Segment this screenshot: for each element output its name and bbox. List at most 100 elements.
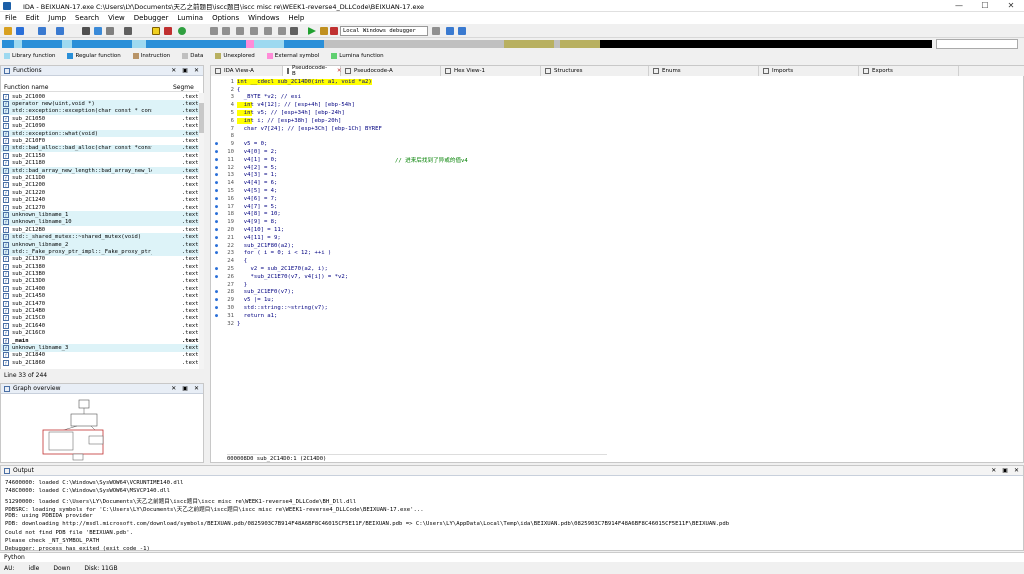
function-row[interactable]: f operator new(uint,void *) .text <box>1 100 199 108</box>
back-icon[interactable] <box>38 27 46 35</box>
tool-icon-5[interactable] <box>264 27 272 35</box>
breakpoint-dot-icon[interactable]: ● <box>215 274 224 280</box>
function-row[interactable]: f std::_shared_mutex::~shared_mutex(void)… <box>1 233 199 241</box>
code-line[interactable]: ● 11 v4[1] = 0; // 进来后找到了异或的值v4 <box>215 156 995 164</box>
output-pin-icon[interactable]: ✕ <box>1014 467 1019 474</box>
function-row[interactable]: f sub_2C14B0 .text <box>1 307 199 315</box>
breakpoint-dot-icon[interactable]: ● <box>215 289 224 295</box>
breakpoint-dot-icon[interactable]: ● <box>215 243 224 249</box>
breakpoint-dot-icon[interactable]: ● <box>215 165 224 171</box>
pane-close-icon[interactable]: ✕ <box>171 67 176 74</box>
jump-icon[interactable] <box>82 27 90 35</box>
code-line[interactable]: 8 <box>215 133 995 141</box>
breakpoint-dot-icon[interactable]: ● <box>215 180 224 186</box>
minimize-button[interactable]: — <box>946 0 972 12</box>
breakpoint-dot-icon[interactable]: ● <box>215 219 224 225</box>
function-row[interactable]: f sub_2C12B0 .text <box>1 226 199 233</box>
tab-imports[interactable]: Imports <box>759 66 859 76</box>
code-line[interactable]: ● 18 v4[8] = 10; <box>215 211 995 219</box>
code-line[interactable]: ● 20 v4[10] = 11; <box>215 226 995 234</box>
tab-structures[interactable]: Structures <box>541 66 649 76</box>
function-row[interactable]: f sub_2C1150 .text <box>1 152 199 159</box>
output-float-icon[interactable]: ▣ <box>1002 467 1008 474</box>
function-row[interactable]: f sub_2C1840 .text <box>1 352 199 359</box>
col-segment[interactable]: Segme <box>173 84 194 91</box>
tab-pseudocode-a[interactable]: Pseudocode-A <box>341 66 441 76</box>
save-icon[interactable] <box>16 27 24 35</box>
pane-pin-icon[interactable]: ✕ <box>194 67 199 74</box>
function-row[interactable]: f sub_2C1470 .text <box>1 300 199 307</box>
code-line[interactable]: ● 25 v2 = sub_2C1E70(a2, i); <box>215 265 995 273</box>
function-row[interactable]: f sub_2C1400 .text <box>1 285 199 292</box>
code-line[interactable]: ● 31 return a1; <box>215 312 995 320</box>
breakpoint-dot-icon[interactable]: ● <box>215 149 224 155</box>
tool-icon-2[interactable] <box>222 27 230 35</box>
code-line[interactable]: 6 int i; // [esp+38h] [ebp-20h] <box>215 117 995 125</box>
tool-icon-3[interactable] <box>236 27 244 35</box>
code-line[interactable]: 24 { <box>215 257 995 265</box>
tool-icon-4[interactable] <box>250 27 258 35</box>
code-line[interactable]: ● 19 v4[9] = 8; <box>215 218 995 226</box>
debugger-select[interactable]: Local Windows debugger <box>340 26 428 36</box>
menu-file[interactable]: File <box>5 14 17 22</box>
function-row[interactable]: f unknown_libname_2 .text <box>1 240 199 249</box>
python-input[interactable]: Python <box>0 552 1024 562</box>
breakpoint-dot-icon[interactable]: ● <box>215 313 224 319</box>
function-row[interactable]: f sub_2C1000 .text <box>1 93 199 100</box>
graph-close-icon[interactable]: ✕ <box>171 385 176 392</box>
breakpoint-dot-icon[interactable]: ● <box>215 188 224 194</box>
process-icon[interactable] <box>458 27 466 35</box>
function-row[interactable]: f unknown_libname_10 .text <box>1 218 199 227</box>
breakpoint-dot-icon[interactable]: ● <box>215 211 224 217</box>
code-line[interactable]: ● 12 v4[2] = 5; <box>215 164 995 172</box>
graph-overview-canvas[interactable] <box>1 394 205 464</box>
menu-view[interactable]: View <box>108 14 125 22</box>
function-row[interactable]: f std::exception::exception(char const * … <box>1 107 199 116</box>
code-icon[interactable] <box>94 27 102 35</box>
function-row[interactable]: f sub_2C1220 .text <box>1 189 199 196</box>
function-row[interactable]: f std::bad_array_new_length::bad_array_ne… <box>1 166 199 175</box>
code-line[interactable]: 3 _BYTE *v2; // esi <box>215 94 995 102</box>
code-line[interactable]: ● 23 for ( i = 0; i < 12; ++i ) <box>215 250 995 258</box>
code-line[interactable]: 1 int __cdecl sub_2C14D0(int a1, void *a2… <box>215 78 995 86</box>
code-line[interactable]: 27 } <box>215 281 995 289</box>
function-row[interactable]: f sub_2C1050 .text <box>1 115 199 122</box>
pause-icon[interactable] <box>320 27 328 35</box>
code-line[interactable]: ● 17 v4[7] = 5; <box>215 203 995 211</box>
function-row[interactable]: f sub_2C1380 .text <box>1 263 199 270</box>
function-row[interactable]: f sub_2C10F0 .text <box>1 137 199 145</box>
code-line[interactable]: 7 char v7[24]; // [esp+3Ch] [ebp-1Ch] BY… <box>215 125 995 133</box>
stop-debug-icon[interactable] <box>330 27 338 35</box>
code-line[interactable]: 2{ <box>215 86 995 94</box>
code-line[interactable]: ● 26 *sub_2C1E70(v7, v4[i]) = *v2; <box>215 273 995 281</box>
function-row[interactable]: f sub_2C16C0 .text <box>1 330 199 337</box>
run-script-icon[interactable] <box>178 27 186 35</box>
maximize-button[interactable]: ☐ <box>972 0 998 12</box>
breakpoint-dot-icon[interactable]: ● <box>215 204 224 210</box>
open-icon[interactable] <box>4 27 12 35</box>
menu-search[interactable]: Search <box>75 14 99 22</box>
menu-windows[interactable]: Windows <box>248 14 279 22</box>
debug-options-icon[interactable] <box>432 27 440 35</box>
code-line[interactable]: ● 10 v4[0] = 2; <box>215 148 995 156</box>
menu-edit[interactable]: Edit <box>26 14 40 22</box>
breakpoint-dot-icon[interactable]: ● <box>215 172 224 178</box>
function-row[interactable]: f sub_2C13D0 .text <box>1 278 199 285</box>
function-row[interactable]: f sub_2C1090 .text <box>1 123 199 130</box>
navigation-band[interactable] <box>0 38 1024 50</box>
code-line[interactable]: ● 13 v4[3] = 1; <box>215 172 995 180</box>
breakpoint-dot-icon[interactable]: ● <box>215 227 224 233</box>
pseudocode-view[interactable]: 1 int __cdecl sub_2C14D0(int a1, void *a2… <box>215 78 995 353</box>
function-row[interactable]: f sub_2C1860 .text <box>1 359 199 366</box>
tab-exports[interactable]: Exports <box>859 66 959 76</box>
breakpoint-dot-icon[interactable]: ● <box>215 266 224 272</box>
tab-ida-view-a[interactable]: IDA View-A <box>211 66 283 76</box>
delete-icon[interactable] <box>290 27 298 35</box>
code-line[interactable]: 4 int v4[12]; // [esp+4h] [ebp-54h] <box>215 101 995 109</box>
graph-float-icon[interactable]: ▣ <box>182 385 188 392</box>
code-line[interactable]: ● 28 sub_2C1EF0(v7); <box>215 289 995 297</box>
function-row[interactable]: f std::bad_alloc::bad_alloc(char const *c… <box>1 144 199 153</box>
function-row[interactable]: f std::exception::what(void) .text <box>1 129 199 138</box>
code-line[interactable]: ● 15 v4[5] = 4; <box>215 187 995 195</box>
function-row[interactable]: f sub_2C11D0 .text <box>1 174 199 181</box>
